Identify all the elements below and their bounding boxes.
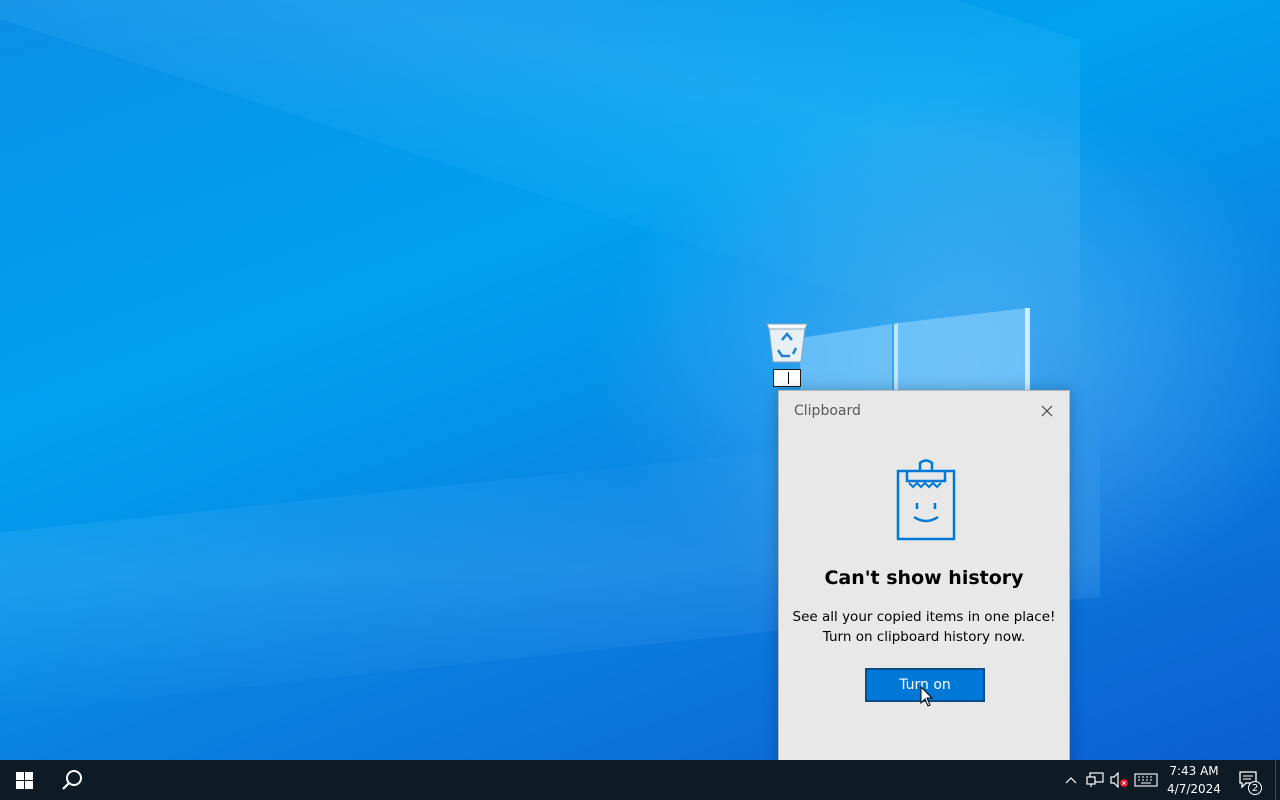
action-center-button[interactable] bbox=[1232, 760, 1264, 800]
text-caret bbox=[788, 372, 789, 384]
rename-label-field[interactable] bbox=[773, 369, 801, 387]
flyout-heading: Can't show history bbox=[824, 567, 1024, 589]
clipboard-smiley-icon bbox=[896, 459, 956, 541]
close-icon bbox=[1041, 405, 1053, 417]
description-line: See all your copied items in one place! bbox=[792, 609, 1056, 625]
clock-time: 7:43 AM bbox=[1169, 764, 1219, 778]
chevron-up-icon bbox=[1065, 777, 1077, 784]
notification-count-badge: 2 bbox=[1248, 781, 1262, 795]
show-desktop-button[interactable] bbox=[1275, 760, 1280, 800]
touch-keyboard-button[interactable] bbox=[1132, 760, 1160, 800]
taskbar: 7:43 AM 4/7/2024 2 bbox=[0, 760, 1280, 800]
close-button[interactable] bbox=[1033, 397, 1061, 425]
network-icon bbox=[1086, 772, 1104, 787]
volume-button[interactable] bbox=[1108, 760, 1130, 800]
windows-logo-icon bbox=[15, 771, 33, 789]
network-button[interactable] bbox=[1084, 760, 1106, 800]
flyout-description: See all your copied items in one place! … bbox=[779, 607, 1069, 647]
show-hidden-icons-button[interactable] bbox=[1062, 760, 1080, 800]
keyboard-icon bbox=[1134, 773, 1158, 787]
clock-date: 4/7/2024 bbox=[1167, 782, 1221, 796]
description-line: Turn on clipboard history now. bbox=[822, 629, 1026, 645]
recycle-bin-icon[interactable] bbox=[764, 320, 810, 366]
search-icon bbox=[62, 770, 82, 790]
clock[interactable]: 7:43 AM 4/7/2024 bbox=[1162, 760, 1226, 800]
search-button[interactable] bbox=[48, 760, 96, 800]
flyout-title: Clipboard bbox=[794, 403, 861, 419]
volume-muted-icon bbox=[1110, 772, 1128, 788]
desktop-background bbox=[0, 0, 1280, 760]
windows-wallpaper-logo bbox=[800, 308, 1030, 398]
turn-on-button[interactable]: Turn on bbox=[865, 668, 985, 702]
clipboard-flyout: Clipboard Can't show history See all you… bbox=[778, 390, 1070, 780]
start-button[interactable] bbox=[0, 760, 48, 800]
